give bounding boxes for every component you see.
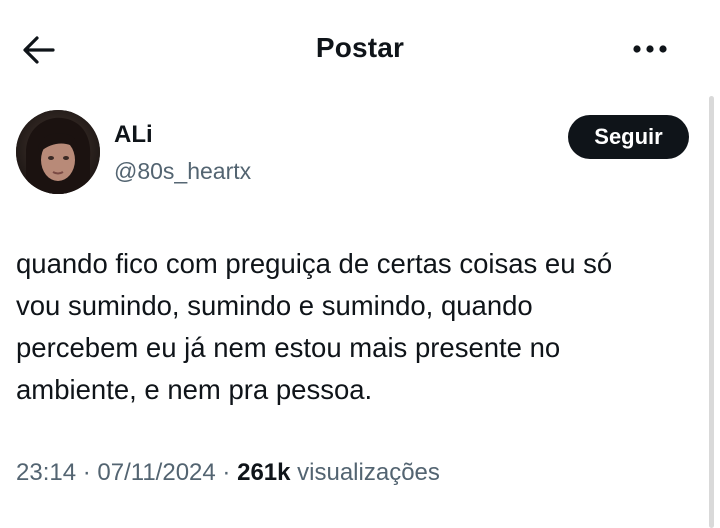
page-title: Postar (315, 32, 405, 63)
separator-dot: · (222, 459, 238, 486)
more-options-button[interactable] (628, 34, 672, 64)
post-date[interactable]: 07/11/2024 (97, 459, 215, 486)
post-text-line: ambiente, e nem pra pessoa. (16, 374, 373, 405)
avatar[interactable] (16, 110, 100, 194)
post-time[interactable]: 23:14 (16, 459, 76, 486)
post-text-line: quando fico com preguiça de certas coisa… (16, 248, 613, 279)
avatar-image (16, 110, 100, 194)
post-text-line: vou sumindo, sumindo e sumindo, quando (16, 290, 533, 321)
post-text-line: percebem eu já nem estou mais presente n… (16, 332, 561, 363)
scrollbar[interactable] (709, 96, 714, 528)
author-handle[interactable]: @80s_heartx (114, 158, 251, 185)
author-name[interactable]: ALi (114, 121, 153, 149)
follow-button[interactable]: Seguir (568, 115, 689, 159)
views-label: visualizações (297, 459, 440, 486)
top-bar: Postar (0, 0, 720, 100)
more-horizontal-icon (633, 45, 667, 53)
post-text: quando fico com preguiça de certas coisa… (16, 243, 706, 411)
separator-dot: · (82, 459, 98, 486)
post-metadata: 23:14 · 07/11/2024 · 261k visualizações (16, 459, 440, 487)
views-count[interactable]: 261k (237, 459, 290, 486)
